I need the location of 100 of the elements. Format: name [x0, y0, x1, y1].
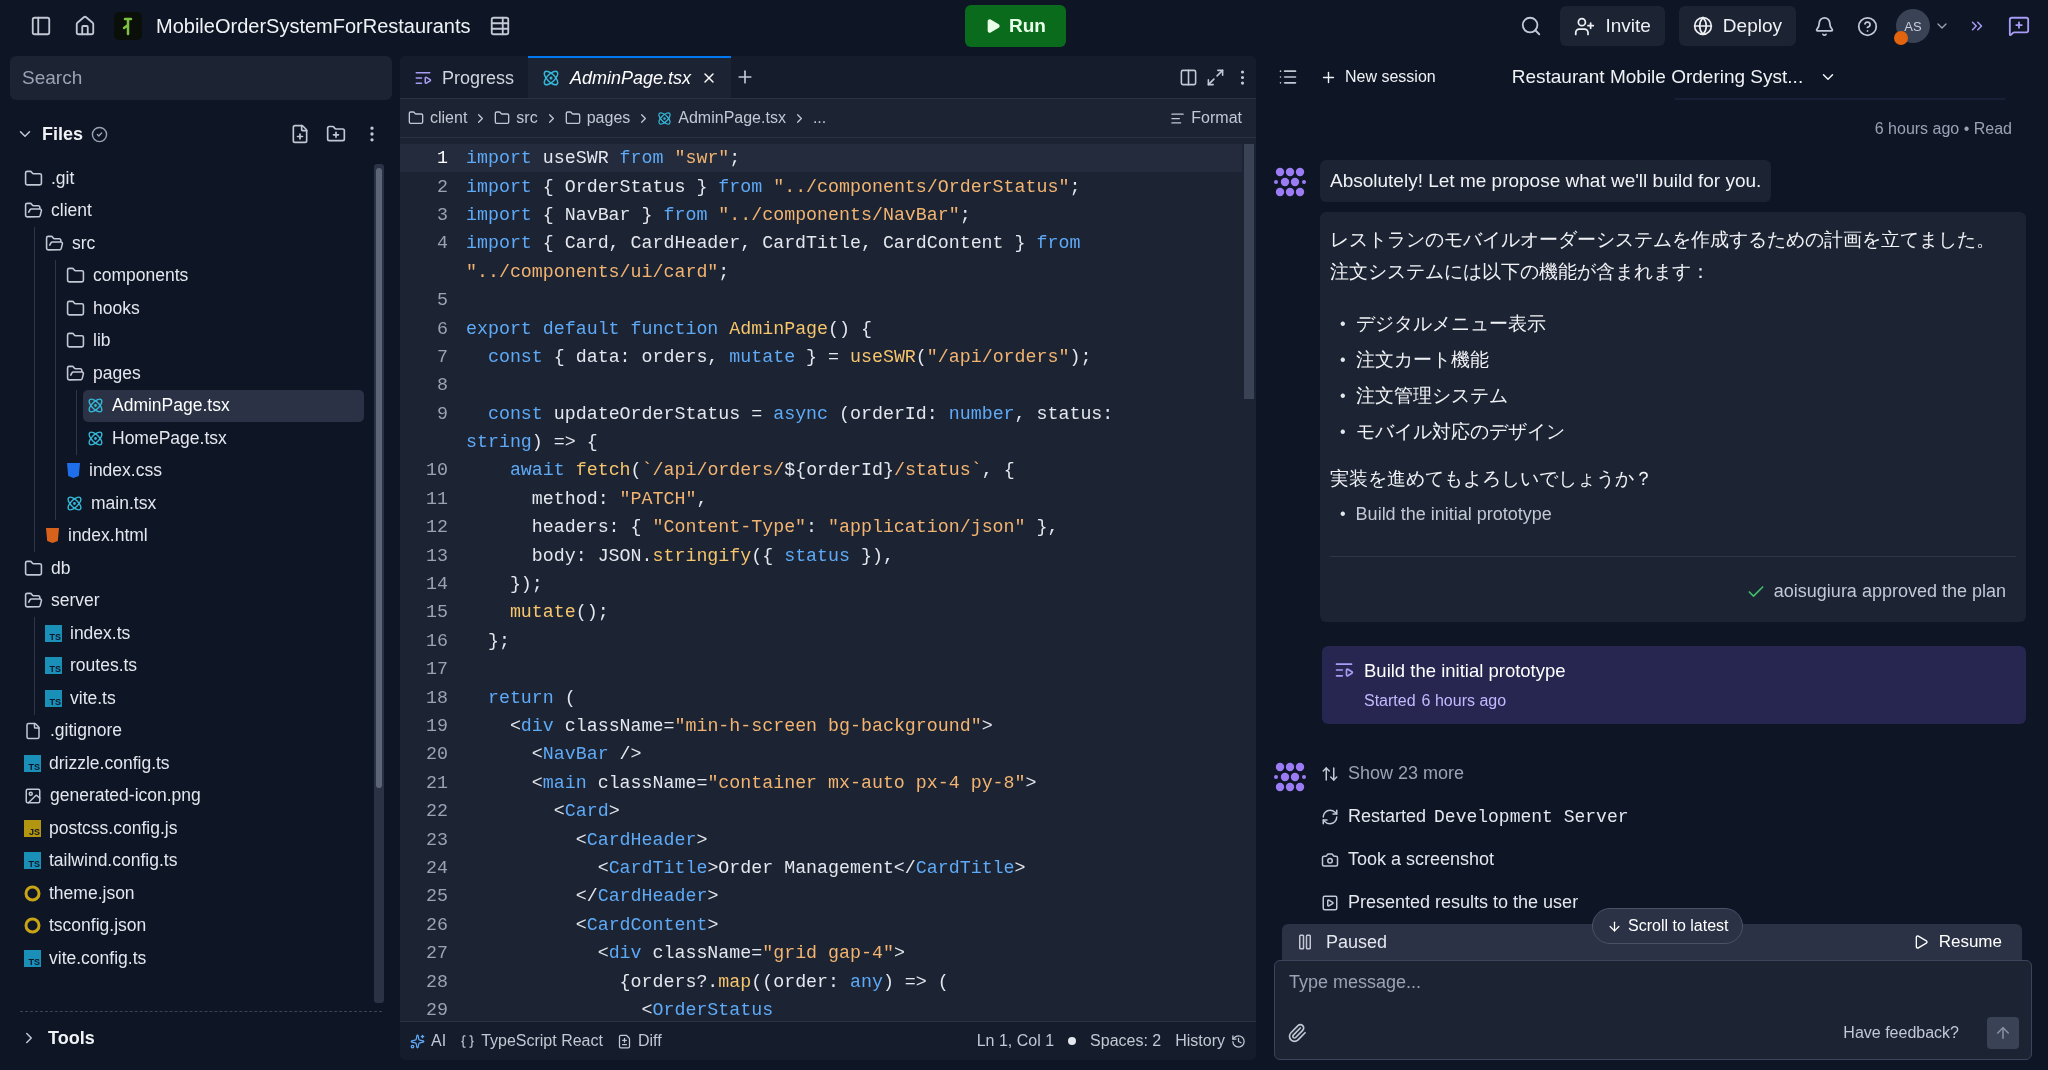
task-time: 6 hours ago — [1421, 692, 1507, 710]
folder-item[interactable]: db — [20, 552, 364, 585]
feature-item: デジタルメニュー表示 — [1355, 312, 1546, 336]
line-number: 17 — [425, 659, 449, 680]
file-item[interactable]: main.tsx — [62, 487, 364, 520]
task-card[interactable]: Build the initial prototype Started 6 hours ago — [1322, 646, 2026, 724]
line-number: 28 — [425, 971, 449, 992]
file-item[interactable]: index.html — [41, 519, 364, 552]
session-title-dropdown[interactable]: Restaurant Mobile Ordering Syst... — [1505, 65, 1844, 89]
file-item[interactable]: TS drizzle.config.ts — [20, 747, 364, 780]
task-status: Started — [1364, 692, 1416, 710]
ai-status[interactable]: AI — [410, 1032, 447, 1050]
diff-icon — [616, 1033, 632, 1049]
code-line: <CardTitle>Order Management</CardTitle> — [596, 857, 1026, 878]
code-line: import { Card, CardHeader, CardTitle, CardContent } from — [466, 233, 1081, 254]
folder-item[interactable]: hooks — [62, 292, 364, 325]
line-number: 10 — [425, 460, 449, 481]
line-number: 27 — [425, 943, 449, 964]
folder-item[interactable]: .git — [20, 162, 364, 195]
paperclip-icon[interactable] — [1287, 1023, 1307, 1043]
invite-button[interactable]: Invite — [1560, 6, 1665, 46]
new-session-button[interactable]: New session — [1314, 67, 1442, 87]
breadcrumb-item[interactable]: client — [430, 109, 468, 127]
refresh-icon — [1321, 807, 1339, 826]
file-item[interactable]: HomePage.tsx — [83, 422, 364, 455]
folder-item[interactable]: client — [20, 194, 364, 227]
line-number: 12 — [425, 517, 449, 538]
resume-button[interactable]: Resume — [1906, 931, 2008, 953]
user-avatar[interactable]: AS — [1896, 9, 1930, 43]
line-number: 24 — [425, 857, 449, 878]
code-line: import { OrderStatus } from "../components/OrderStatus"; — [466, 176, 1081, 197]
bullet-mark: • — [1340, 423, 1346, 441]
diff-status[interactable]: Diff — [616, 1032, 662, 1050]
editor-tab[interactable]: AdminPage.tsx — [528, 56, 732, 98]
folder-icon — [24, 201, 43, 221]
send-button[interactable] — [1987, 1017, 2019, 1049]
activity-text: Took a screenshot — [1348, 849, 1495, 870]
history-button[interactable]: History — [1175, 1032, 1246, 1050]
folder-icon — [24, 168, 43, 188]
breadcrumb-item[interactable]: src — [516, 109, 538, 127]
line-number: 1 — [436, 148, 449, 169]
indent-setting[interactable]: Spaces: 2 — [1090, 1032, 1162, 1050]
tools-heading[interactable]: Tools — [48, 1027, 95, 1049]
feedback-link[interactable]: Have feedback? — [1837, 1023, 1965, 1043]
file-badge-icon: TS — [24, 949, 41, 967]
editor-tab[interactable]: Progress — [400, 56, 529, 98]
file-item[interactable]: .gitignore — [20, 714, 364, 747]
file-item[interactable]: JS postcss.config.js — [20, 812, 364, 845]
folder-item[interactable]: lib — [62, 324, 364, 357]
line-number: 5 — [436, 290, 449, 311]
breadcrumb-item[interactable]: ... — [812, 109, 827, 127]
activity-text[interactable]: Show 23 more — [1348, 763, 1465, 784]
format-button[interactable]: Format — [1164, 108, 1248, 128]
file-item[interactable]: TS tailwind.config.ts — [20, 844, 364, 877]
folder-item[interactable]: components — [62, 259, 364, 292]
avatar-badge — [1894, 31, 1908, 45]
folder-item[interactable]: server — [20, 584, 364, 617]
cursor-position[interactable]: Ln 1, Col 1 — [976, 1032, 1055, 1050]
play-icon — [985, 18, 1002, 34]
breadcrumb-item[interactable]: pages — [586, 109, 631, 127]
search-field[interactable]: Search — [10, 56, 392, 100]
file-item[interactable]: AdminPage.tsx — [83, 389, 364, 422]
folder-icon — [45, 233, 64, 253]
run-button[interactable]: Run — [965, 5, 1066, 47]
code-line: export default function AdminPage() { — [466, 318, 872, 339]
folder-item[interactable]: src — [41, 227, 364, 260]
line-number: 4 — [436, 233, 449, 254]
files-heading: Files — [42, 123, 84, 145]
code-line: method: "PATCH", — [530, 488, 708, 509]
agent-logo-icon — [1274, 760, 1306, 793]
history-icon — [1231, 1033, 1246, 1049]
file-item[interactable]: tsconfig.json — [20, 909, 364, 942]
play-square-icon — [1321, 893, 1339, 912]
code-line: mutate(); — [508, 602, 609, 623]
line-number: 3 — [436, 204, 449, 225]
breadcrumb-item[interactable]: AdminPage.tsx — [678, 109, 786, 127]
deploy-button[interactable]: Deploy — [1678, 6, 1796, 46]
bullet-mark: • — [1340, 351, 1346, 369]
scrollbar[interactable] — [374, 164, 384, 1003]
file-item[interactable]: TS vite.config.ts — [20, 942, 364, 975]
scroll-to-latest-button[interactable]: Scroll to latest — [1592, 908, 1744, 944]
file-item[interactable]: theme.json — [20, 877, 364, 910]
file-item[interactable]: index.css — [62, 454, 364, 487]
code-line: <CardHeader> — [574, 829, 708, 850]
file-item[interactable]: TS index.ts — [41, 617, 364, 650]
language-status[interactable]: TypeScript React — [460, 1032, 603, 1050]
line-number: 2 — [436, 176, 449, 197]
file-item[interactable]: TS vite.ts — [41, 682, 364, 715]
file-item[interactable]: generated-icon.png — [20, 779, 364, 812]
folder-item[interactable]: pages — [62, 357, 364, 390]
up-down-arrow-icon — [1321, 764, 1339, 783]
code-line: import { NavBar } from "../components/NavBar"; — [466, 204, 971, 225]
progress-icon — [1334, 660, 1354, 680]
line-number: 9 — [436, 403, 449, 424]
message-input[interactable]: Type message... — [1287, 971, 2019, 994]
message-meta: 6 hours ago • Read — [1874, 120, 2012, 138]
folder-icon — [408, 110, 424, 126]
file-item[interactable]: TS routes.ts — [41, 649, 364, 682]
code-line: <div className="min-h-screen bg-background"> — [508, 716, 993, 736]
progress-icon — [414, 69, 432, 87]
